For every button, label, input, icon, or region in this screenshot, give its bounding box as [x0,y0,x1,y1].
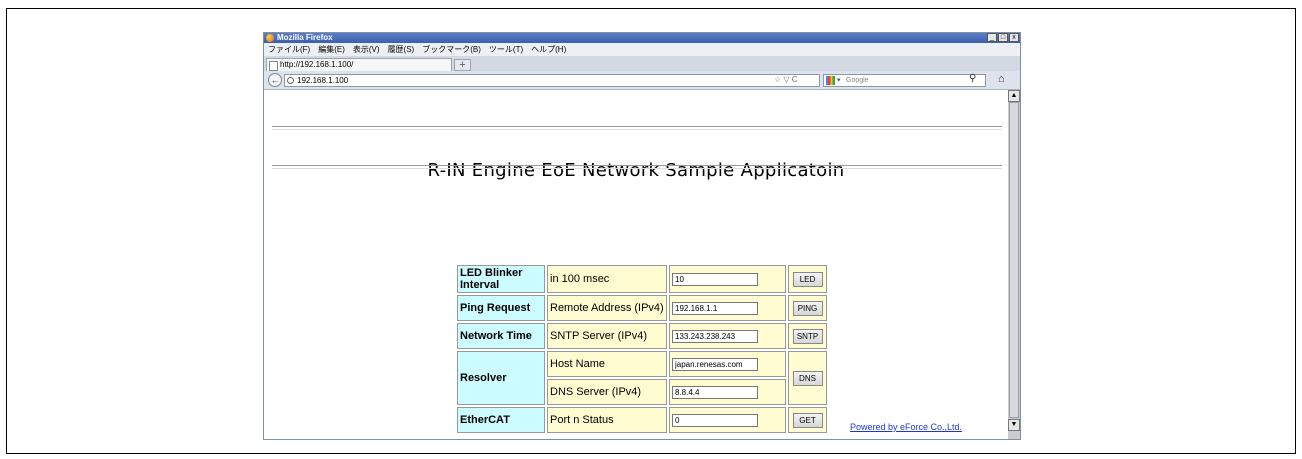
led-button[interactable]: LED [792,271,823,287]
vertical-scrollbar[interactable]: ▲ ▼ [1008,90,1020,439]
row-label: Resolver [457,351,545,405]
powered-by-link[interactable]: Powered by eForce Co.,Ltd. [850,422,962,432]
dns-button[interactable]: DNS [792,370,823,386]
bottom-divider [272,165,1002,169]
google-icon [826,76,835,85]
window-title: Mozilla Firefox [277,33,333,42]
settings-table: LED Blinker Interval in 100 msec LED Pin… [455,263,829,435]
scroll-up-icon[interactable]: ▲ [1008,90,1020,102]
menu-edit[interactable]: 編集(E) [318,43,345,56]
menu-bookmarks[interactable]: ブックマーク(B) [422,43,481,56]
row-description: Remote Address (IPv4) [547,295,667,321]
scroll-thumb[interactable] [1009,102,1019,418]
search-placeholder: Google [846,77,869,84]
navigation-bar: ← 192.168.1.100 ☆ ▽ C ▾ Google ⚲ ⌂ [264,71,1020,90]
menu-bar: ファイル(F) 編集(E) 表示(V) 履歴(S) ブックマーク(B) ツール(… [264,43,1020,56]
led-interval-input[interactable] [672,272,758,286]
new-tab-button[interactable]: + [454,59,471,71]
menu-file[interactable]: ファイル(F) [268,43,310,56]
row-description: DNS Server (IPv4) [547,379,667,405]
table-row: Network Time SNTP Server (IPv4) SNTP [457,323,827,349]
row-label: Network Time [457,323,545,349]
tab-title: http://192.168.1.100/ [280,60,354,69]
globe-icon [287,77,294,84]
port-status-input[interactable] [672,413,758,427]
row-description: in 100 msec [547,265,667,293]
scroll-down-icon[interactable]: ▼ [1008,419,1020,431]
page-title: R-IN Engine EoE Network Sample Applicato… [427,160,845,181]
row-description: Port n Status [547,407,667,433]
menu-view[interactable]: 表示(V) [353,43,380,56]
close-button[interactable]: x [1009,33,1019,42]
sntp-server-input[interactable] [672,329,758,343]
tab-active[interactable]: http://192.168.1.100/ [266,58,452,71]
row-label: Ping Request [457,295,545,321]
table-row: EtherCAT Port n Status GET [457,407,827,433]
dns-server-input[interactable] [672,385,758,399]
browser-window: Mozilla Firefox _ □ x ファイル(F) 編集(E) 表示(V… [263,32,1021,440]
row-label: LED Blinker Interval [457,265,545,293]
menu-help[interactable]: ヘルプ(H) [531,43,566,56]
row-description: Host Name [547,351,667,377]
row-label: EtherCAT [457,407,545,433]
host-name-input[interactable] [672,357,758,371]
url-bar[interactable]: 192.168.1.100 [284,74,820,87]
get-button[interactable]: GET [792,412,823,428]
magnifier-icon[interactable]: ⚲ [969,73,976,84]
title-bar: Mozilla Firefox _ □ x [264,33,1020,43]
menu-history[interactable]: 履歴(S) [388,43,415,56]
ping-address-input[interactable] [672,301,758,315]
search-input[interactable]: ▾ Google [823,74,986,87]
home-icon[interactable]: ⌂ [998,73,1005,85]
top-divider [272,126,1002,130]
bookmark-star-icon[interactable]: ☆ ▽ C [774,74,798,85]
page-icon [269,61,278,71]
ping-button[interactable]: PING [792,300,823,316]
table-row: Resolver Host Name DNS [457,351,827,405]
back-button[interactable]: ← [268,73,282,87]
minimize-button[interactable]: _ [987,33,997,42]
search-engine-caret-icon[interactable]: ▾ [837,75,841,86]
firefox-icon [266,34,274,42]
row-description: SNTP Server (IPv4) [547,323,667,349]
url-text: 192.168.1.100 [297,76,349,85]
page-content: R-IN Engine EoE Network Sample Applicato… [264,90,1008,439]
table-row: LED Blinker Interval in 100 msec LED [457,265,827,293]
table-row: Ping Request Remote Address (IPv4) PING [457,295,827,321]
sntp-button[interactable]: SNTP [792,328,823,344]
tab-strip: http://192.168.1.100/ + [264,56,1020,71]
menu-tools[interactable]: ツール(T) [489,43,523,56]
maximize-button[interactable]: □ [998,33,1008,42]
